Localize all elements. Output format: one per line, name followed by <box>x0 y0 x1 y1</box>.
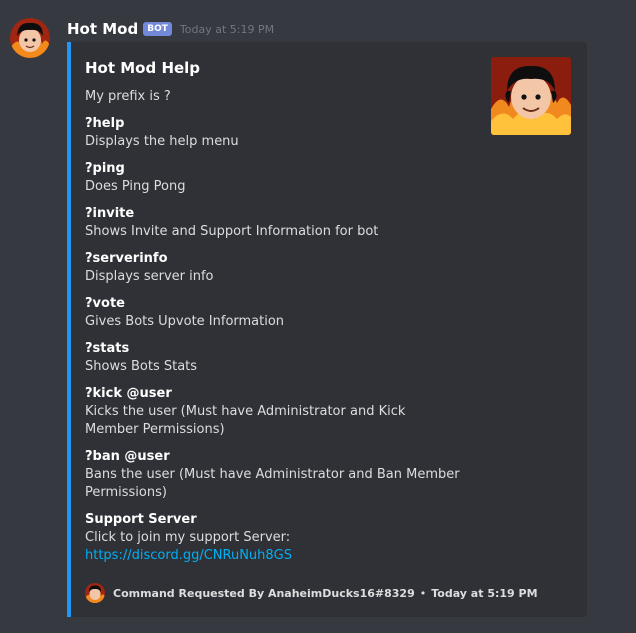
field-ban: ?ban @user Bans the user (Must have Admi… <box>85 448 485 502</box>
field-value: Does Ping Pong <box>85 179 186 194</box>
field-name: ?ban @user <box>85 449 170 464</box>
bot-badge: BOT <box>143 22 172 36</box>
field-name: ?serverinfo <box>85 251 168 266</box>
footer-separator: • <box>419 586 427 600</box>
message-timestamp[interactable]: Today at 5:19 PM <box>180 23 274 36</box>
field-value-line: Member Permissions) <box>85 422 225 437</box>
field-value-line: Kicks the user (Must have Administrator … <box>85 404 406 419</box>
field-value-line: Permissions) <box>85 485 167 500</box>
field-value: Displays server info <box>85 269 214 284</box>
field-ping: ?ping Does Ping Pong <box>85 160 485 196</box>
footer-timestamp: Today at 5:19 PM <box>431 586 538 600</box>
field-value: Gives Bots Upvote Information <box>85 314 285 329</box>
embed-footer: Command Requested By AnaheimDucks16#8329… <box>85 583 538 603</box>
field-stats: ?stats Shows Bots Stats <box>85 340 485 376</box>
field-name: ?stats <box>85 341 130 356</box>
support-server-link[interactable]: https://discord.gg/CNRuNuh8GS <box>85 547 485 565</box>
embed-title: Hot Mod Help <box>85 59 201 77</box>
requester-avatar <box>85 583 105 603</box>
field-value: Shows Bots Stats <box>85 359 198 374</box>
chat-message: Hot Mod BOT Today at 5:19 PM Hot Mod Hel… <box>0 0 636 633</box>
field-kick: ?kick @user Kicks the user (Must have Ad… <box>85 385 485 439</box>
field-value: Kicks the user (Must have Administrator … <box>85 403 485 439</box>
field-invite: ?invite Shows Invite and Support Informa… <box>85 205 485 241</box>
embed-thumbnail[interactable] <box>491 57 571 135</box>
field-name: ?help <box>85 116 125 131</box>
username[interactable]: Hot Mod <box>67 20 138 38</box>
field-name: ?kick @user <box>85 386 172 401</box>
field-name: ?invite <box>85 206 135 221</box>
field-help: ?help Displays the help menu <box>85 115 485 151</box>
field-support-server: Support Server Click to join my support … <box>85 511 485 565</box>
help-embed: Hot Mod Help My prefix is ? ?help Displa… <box>67 42 587 617</box>
embed-description: My prefix is ? <box>85 89 171 104</box>
field-value-line: Click to join my support Server: <box>85 530 291 545</box>
field-name: ?ping <box>85 161 125 176</box>
field-value-line: Bans the user (Must have Administrator a… <box>85 467 460 482</box>
bot-avatar[interactable] <box>10 18 50 58</box>
field-value: Click to join my support Server: https:/… <box>85 529 485 565</box>
field-value: Bans the user (Must have Administrator a… <box>85 466 485 502</box>
field-vote: ?vote Gives Bots Upvote Information <box>85 295 485 331</box>
field-value: Displays the help menu <box>85 134 239 149</box>
message-header: Hot Mod BOT Today at 5:19 PM <box>67 19 274 39</box>
field-value: Shows Invite and Support Information for… <box>85 224 379 239</box>
field-name: ?vote <box>85 296 125 311</box>
field-serverinfo: ?serverinfo Displays server info <box>85 250 485 286</box>
embed-fields: ?help Displays the help menu ?ping Does … <box>85 115 485 574</box>
field-name: Support Server <box>85 512 197 527</box>
footer-text: Command Requested By AnaheimDucks16#8329 <box>113 586 415 600</box>
